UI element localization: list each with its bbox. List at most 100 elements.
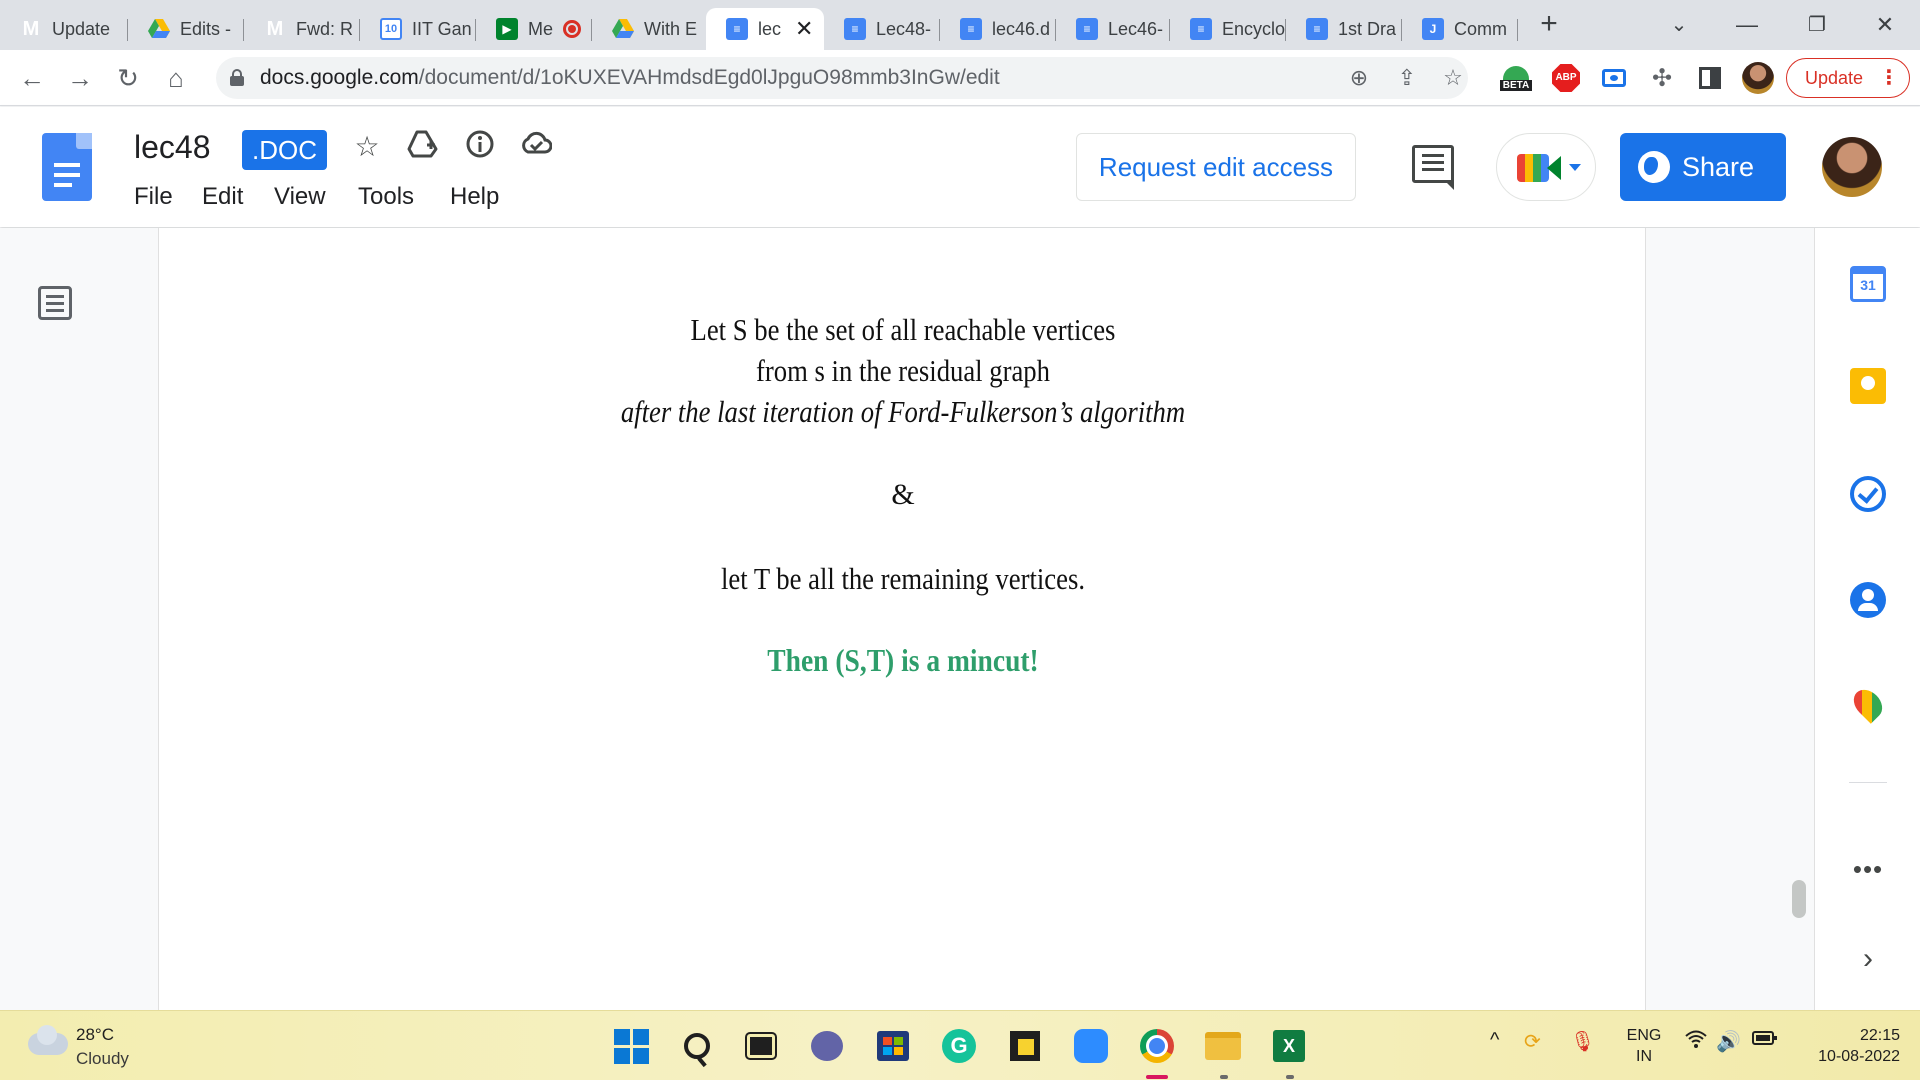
home-button[interactable]: ⌂ [158,60,194,96]
minimize-button[interactable]: — [1720,8,1774,42]
comment-history-icon[interactable] [1412,145,1454,190]
screen-capture-extension-icon[interactable] [1598,62,1630,94]
expand-side-panel-icon[interactable]: › [1851,942,1885,976]
chrome-icon[interactable] [1138,1027,1176,1065]
tab-drive-edits[interactable]: Edits - [128,8,244,50]
tab-search-chevron-icon[interactable]: ⌄ [1652,8,1706,42]
vertical-scrollbar-thumb[interactable] [1792,880,1806,918]
more-addons-icon[interactable]: ••• [1845,854,1891,885]
close-tab-icon[interactable]: ✕ [795,16,813,42]
back-button[interactable]: ← [14,60,50,96]
address-bar[interactable]: docs.google.com/document/d/1oKUXEVAHmdsd… [216,57,1468,99]
search-icon[interactable] [678,1027,716,1065]
file-explorer-icon[interactable] [1204,1027,1242,1065]
sticky-notes-icon[interactable] [1006,1027,1044,1065]
docs-icon: ≡ [1076,18,1098,40]
browser-toolbar: ← → ↻ ⌂ docs.google.com/document/d/1oKUX… [0,50,1920,106]
url-text[interactable]: docs.google.com/document/d/1oKUXEVAHmdsd… [260,66,1000,90]
side-panel-icon[interactable] [1694,62,1726,94]
tab-docs-encyclo[interactable]: ≡ Encyclo [1170,8,1286,50]
task-view-icon[interactable] [742,1027,780,1065]
reload-button[interactable]: ↻ [110,60,146,96]
menu-edit[interactable]: Edit [202,183,243,211]
drive-icon [612,18,634,40]
menu-file[interactable]: File [134,183,173,211]
keep-icon[interactable] [1850,368,1886,404]
menu-tools[interactable]: Tools [358,183,414,211]
calendar-icon[interactable]: 31 [1850,266,1886,302]
excel-icon[interactable]: X [1270,1027,1308,1065]
zoom-icon[interactable]: ⊕ [1344,63,1374,93]
tab-comm[interactable]: J Comm [1402,8,1518,50]
tab-docs-1st-draft[interactable]: ≡ 1st Dra [1286,8,1402,50]
meet-call-button[interactable] [1496,133,1596,201]
document-outline-icon[interactable] [38,286,72,320]
profile-avatar[interactable] [1742,62,1774,94]
microsoft-store-icon[interactable] [874,1027,912,1065]
tab-docs-lec48[interactable]: ≡ Lec48- [824,8,940,50]
microphone-icon[interactable]: 🎙 [1570,1029,1595,1054]
sync-icon[interactable]: ⟳ [1524,1029,1541,1054]
clock-date: 10-08-2022 [1818,1048,1900,1065]
lock-icon [230,69,244,86]
tab-calendar-iit[interactable]: 10 IIT Gan [360,8,476,50]
browser-update-button[interactable]: Update ⋮ [1786,58,1910,98]
j-icon: J [1422,18,1444,40]
weather-description[interactable]: Cloudy [76,1049,129,1069]
weather-temperature[interactable]: 28°C [76,1025,114,1045]
windows-taskbar: 28°C Cloudy G X ^ ⟳ 🎙 ENG IN 🔊 22:15 10-… [0,1010,1920,1080]
menu-view[interactable]: View [274,183,326,211]
battery-charging-icon[interactable] [1752,1029,1778,1053]
teams-chat-icon[interactable] [808,1027,846,1065]
doc-line-remaining-vertices: let T be all the remaining vertices. [721,561,1085,596]
more-menu-icon[interactable]: ⋮ [1879,65,1899,91]
show-hidden-icons-chevron-icon[interactable]: ^ [1490,1029,1499,1052]
tab-docs-lec46d[interactable]: ≡ lec46.d [940,8,1056,50]
menu-help[interactable]: Help [450,183,499,211]
chrome-active-indicator [1146,1075,1168,1079]
star-icon[interactable]: ☆ [349,129,385,165]
beta-extension-icon[interactable]: BETA [1499,62,1533,94]
tab-gmail-fwd[interactable]: M Fwd: R [244,8,360,50]
tasks-icon[interactable] [1850,476,1886,512]
doc-line-residual-graph: from s in the residual graph [756,353,1050,388]
forward-button[interactable]: → [62,60,98,96]
language-indicator[interactable]: ENG IN [1620,1025,1668,1067]
tab-active-lec48[interactable]: ≡ lec ✕ [706,8,824,50]
system-clock[interactable]: 22:15 10-08-2022 [1796,1025,1900,1067]
tab-meet[interactable]: ▶ Me [476,8,592,50]
new-tab-button[interactable]: + [1534,9,1564,40]
zoom-app-icon[interactable] [1072,1027,1110,1065]
adblock-extension-icon[interactable]: ABP [1550,62,1582,94]
side-panel-divider [1849,782,1887,783]
volume-icon[interactable]: 🔊 [1716,1029,1741,1054]
share-page-icon[interactable]: ⇪ [1392,63,1422,93]
grammarly-icon[interactable]: G [940,1027,978,1065]
account-avatar[interactable] [1822,137,1882,197]
tab-drive-with[interactable]: With E [592,8,706,50]
close-window-button[interactable]: ✕ [1858,8,1912,42]
bookmark-star-icon[interactable]: ☆ [1438,63,1468,93]
maps-icon[interactable] [1848,684,1888,724]
file-type-badge: .DOC [242,130,327,170]
tab-label: lec [758,18,782,39]
docs-home-logo-icon[interactable] [42,133,92,201]
document-title[interactable]: lec48 [134,129,211,166]
tab-docs-lec46[interactable]: ≡ Lec46- [1056,8,1170,50]
extensions-puzzle-icon[interactable]: ✣ [1646,62,1678,94]
tab-label: lec46.d [992,18,1051,39]
tab-label: Fwd: R [296,18,354,39]
share-button[interactable]: Share [1620,133,1786,201]
request-edit-access-button[interactable]: Request edit access [1076,133,1356,201]
saved-to-drive-cloud-icon[interactable] [518,129,554,165]
document-details-info-icon[interactable] [462,129,498,165]
wifi-icon[interactable] [1684,1029,1708,1055]
cloud-icon[interactable] [28,1025,68,1055]
document-page[interactable]: Let S be the set of all reachable vertic… [158,228,1646,1010]
start-windows-icon[interactable] [612,1027,650,1065]
contacts-icon[interactable] [1850,582,1886,618]
region-code: IN [1636,1048,1652,1065]
add-shortcut-drive-icon[interactable] [405,129,441,165]
tab-gmail-update[interactable]: M Update [0,8,128,50]
restore-button[interactable]: ❐ [1790,8,1844,42]
